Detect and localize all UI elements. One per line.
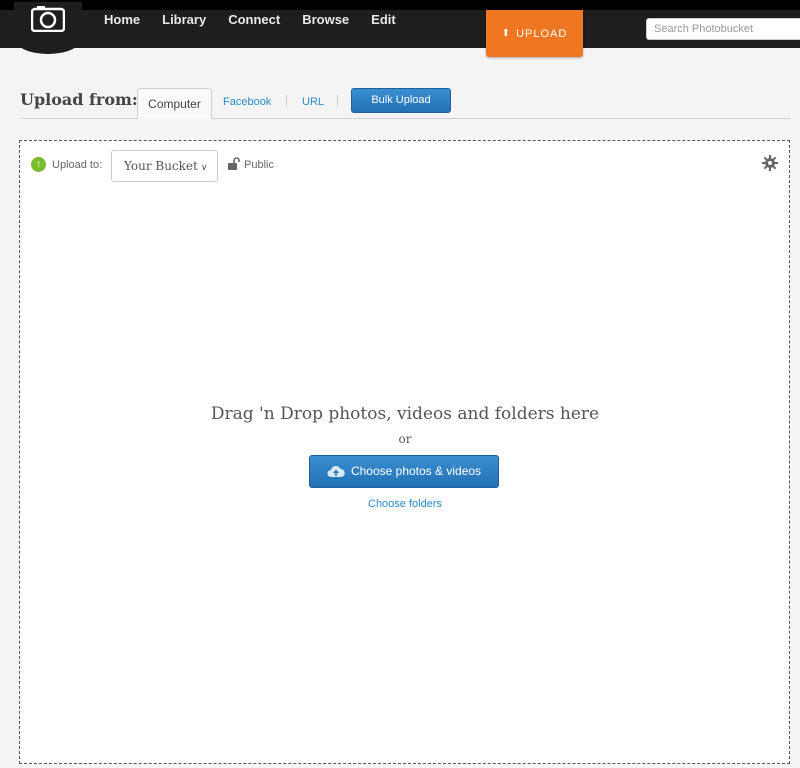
camera-logo-icon	[31, 6, 65, 32]
bucket-select-value: Your Bucket	[124, 159, 198, 173]
tab-computer[interactable]: Computer	[137, 88, 212, 119]
search-placeholder: Search Photobucket	[654, 23, 754, 35]
nav-edit[interactable]: Edit	[371, 12, 396, 27]
choose-folders-link[interactable]: Choose folders	[0, 498, 800, 510]
chevron-down-icon: ∨	[200, 163, 208, 173]
main-nav: Home Library Connect Browse Edit	[104, 12, 418, 27]
tab-url[interactable]: URL	[302, 96, 324, 108]
cloud-upload-icon	[327, 465, 345, 477]
photobucket-logo[interactable]	[14, 2, 82, 54]
upload-circle-icon: ↑	[31, 157, 46, 172]
upload-to-label: Upload to:	[52, 159, 103, 171]
gear-icon[interactable]	[762, 155, 778, 171]
drag-drop-text: Drag 'n Drop photos, videos and folders …	[210, 404, 600, 424]
choose-photos-button[interactable]: Choose photos & videos	[309, 455, 499, 488]
nav-library[interactable]: Library	[162, 12, 206, 27]
choose-photos-label: Choose photos & videos	[350, 464, 482, 478]
nav-connect[interactable]: Connect	[228, 12, 280, 27]
upload-button[interactable]: ⬆ UPLOAD	[486, 10, 583, 57]
nav-home[interactable]: Home	[104, 12, 140, 27]
tabs-divider	[20, 118, 790, 119]
nav-browse[interactable]: Browse	[302, 12, 349, 27]
arrow-up-icon: ⬆	[501, 28, 512, 39]
search-input[interactable]: Search Photobucket	[646, 18, 800, 40]
tab-separator	[337, 95, 338, 107]
bulk-upload-button[interactable]: Bulk Upload	[351, 88, 451, 113]
upload-from-heading: Upload from:	[20, 90, 138, 109]
upload-button-label: UPLOAD	[516, 27, 568, 40]
bucket-select[interactable]: Your Bucket ∨	[111, 150, 218, 182]
privacy-label[interactable]: Public	[244, 159, 274, 171]
tab-facebook[interactable]: Facebook	[223, 96, 271, 108]
unlock-icon[interactable]	[227, 157, 241, 171]
tab-separator	[286, 95, 287, 107]
or-text: or	[398, 432, 412, 446]
drop-zone[interactable]	[19, 140, 790, 764]
